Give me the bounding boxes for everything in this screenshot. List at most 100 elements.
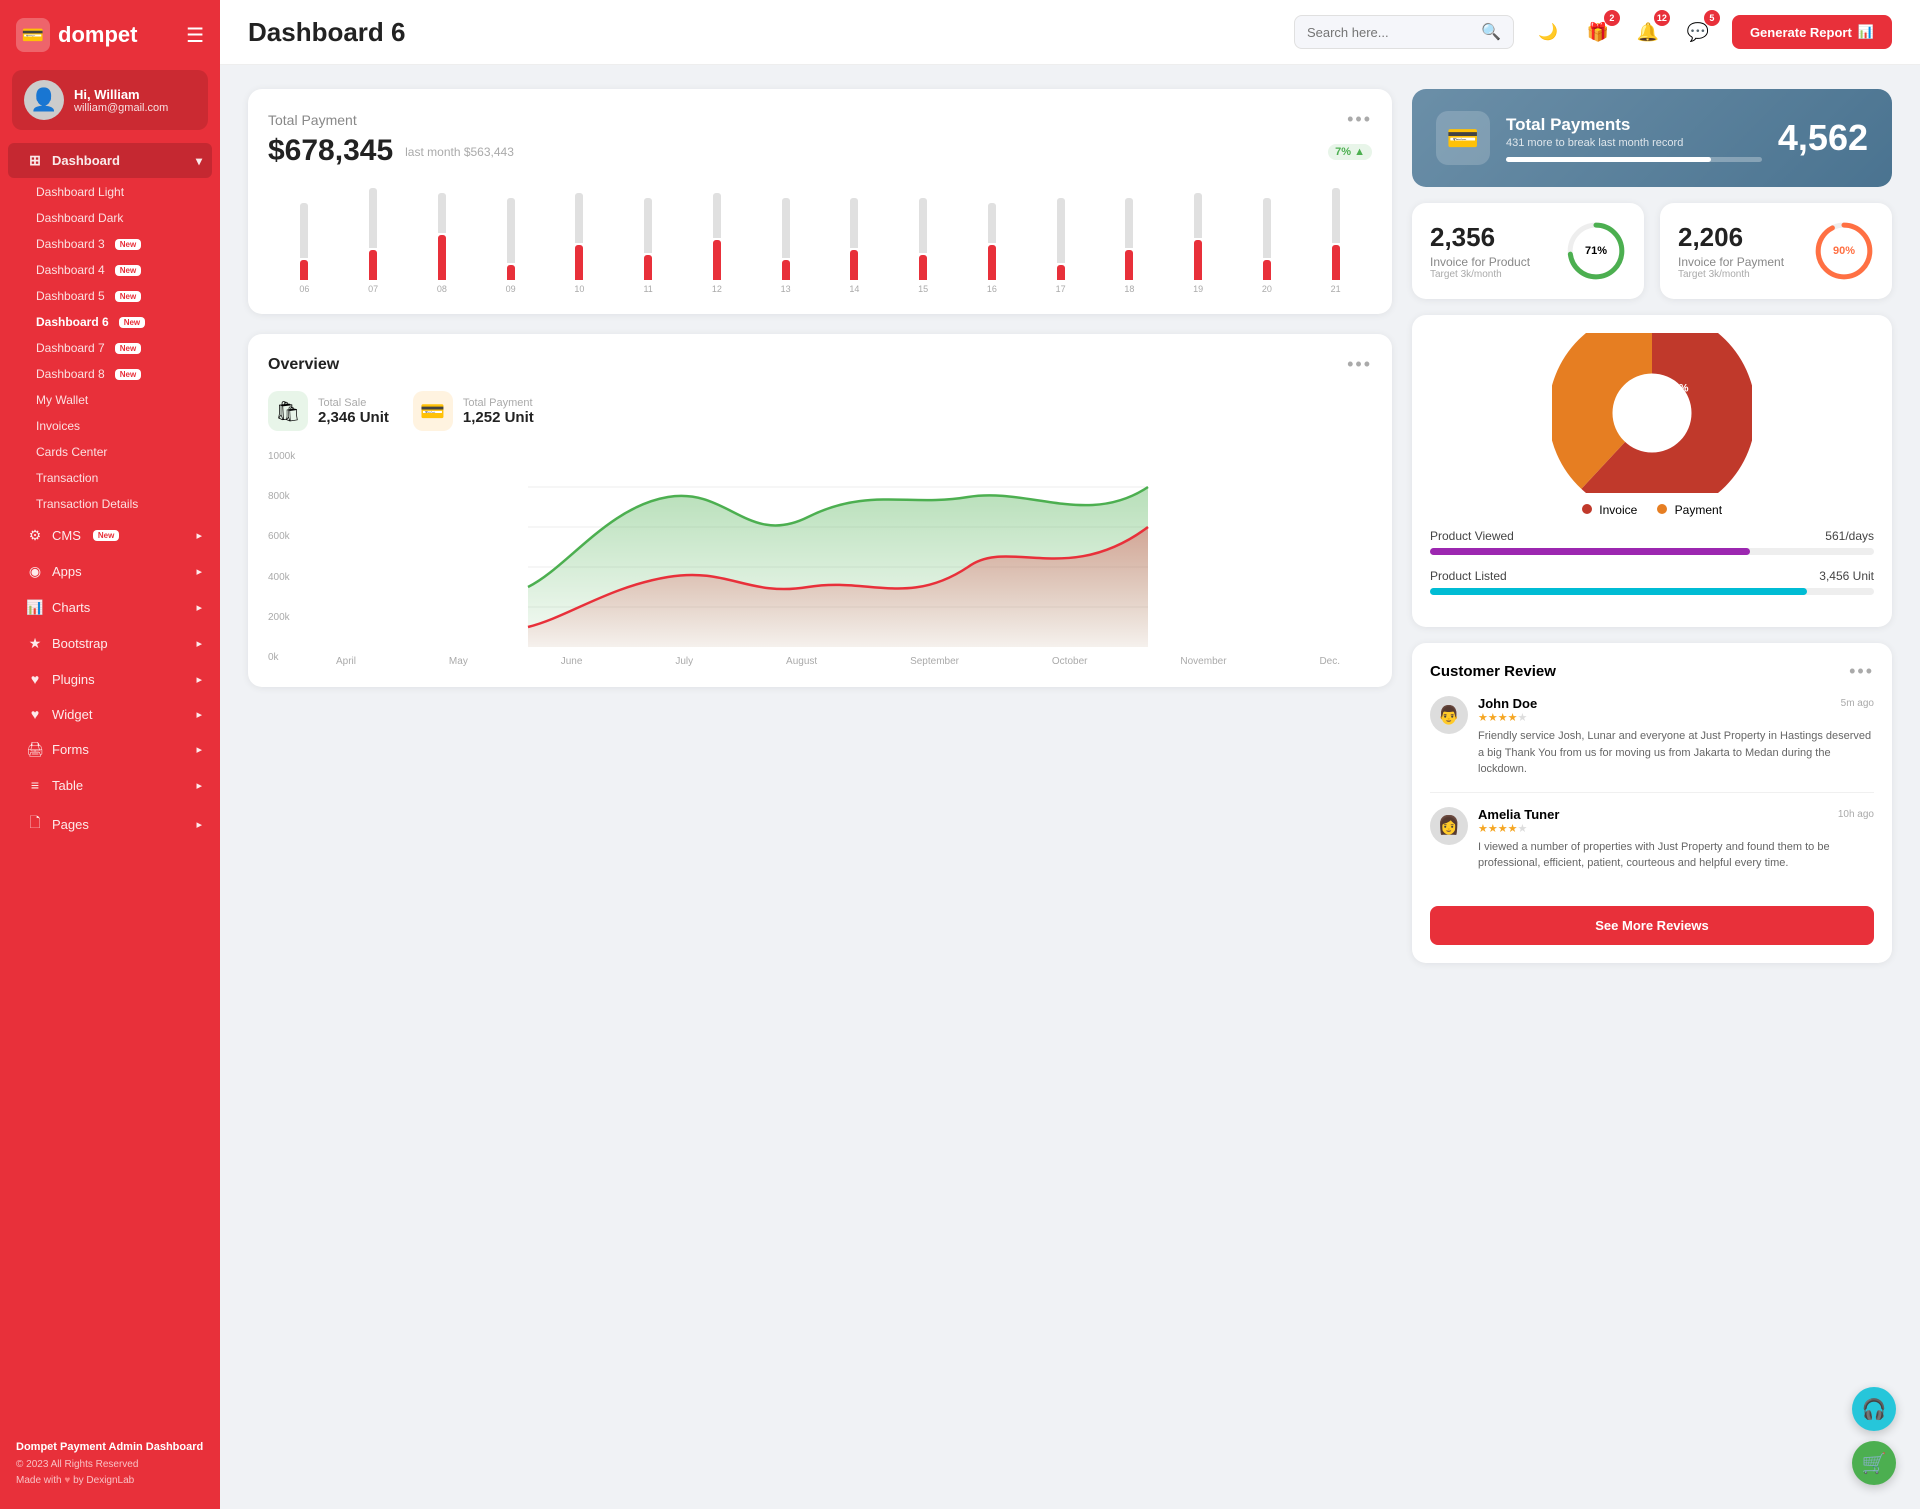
- bar-bottom: [850, 250, 858, 280]
- bar-x-label: 18: [1097, 284, 1162, 294]
- reviewer-time-2: 10h ago: [1838, 809, 1874, 820]
- product-listed-header: Product Listed 3,456 Unit: [1430, 569, 1874, 583]
- hamburger-icon[interactable]: ☰: [186, 23, 204, 48]
- bar-x-label: 06: [272, 284, 337, 294]
- bar-x-label: 19: [1166, 284, 1231, 294]
- trend-badge: 7% ▲: [1328, 144, 1372, 160]
- footer-made: Made with ♥ by DexignLab: [16, 1473, 204, 1489]
- badge-new: New: [115, 343, 141, 354]
- invoice-legend-label: Invoice: [1599, 503, 1637, 517]
- content-grid: Total Payment ••• $678,345 last month $5…: [220, 65, 1920, 1509]
- pages-label: Pages: [52, 817, 89, 832]
- total-sale-icon: 🛍: [268, 391, 308, 431]
- gift-btn[interactable]: 🎁 2: [1580, 14, 1616, 50]
- sidebar-sub-dashboard-7[interactable]: Dashboard 7 New: [0, 335, 220, 361]
- sidebar-item-dashboard[interactable]: ⊞ Dashboard ▾: [8, 143, 212, 178]
- sidebar-sub-dashboard-3[interactable]: Dashboard 3 New: [0, 231, 220, 257]
- bar-group: [547, 193, 612, 280]
- sidebar-sub-dashboard-4[interactable]: Dashboard 4 New: [0, 257, 220, 283]
- product-viewed-row: Product Viewed 561/days: [1430, 529, 1874, 555]
- area-chart-svg: [304, 447, 1372, 647]
- payment-legend: Payment: [1657, 503, 1722, 517]
- sidebar-item-charts[interactable]: 📊 Charts: [8, 590, 212, 625]
- chart-y-labels: 1000k 800k 600k 400k 200k 0k: [268, 447, 295, 667]
- overview-menu[interactable]: •••: [1347, 354, 1372, 375]
- pie-section: 62% 38% Invoice Payment: [1412, 315, 1892, 627]
- total-payment-card: Total Payment ••• $678,345 last month $5…: [248, 89, 1392, 314]
- dashboard-label: Dashboard: [52, 153, 120, 168]
- bar-x-label: 09: [478, 284, 543, 294]
- reviewer-name-row-2: Amelia Tuner 10h ago: [1478, 807, 1874, 822]
- invoice-product-percent: 71%: [1585, 245, 1607, 257]
- review-menu[interactable]: •••: [1849, 661, 1874, 682]
- generate-report-button[interactable]: Generate Report 📊: [1732, 15, 1892, 49]
- bell-btn[interactable]: 🔔 12: [1630, 14, 1666, 50]
- sidebar-item-plugins[interactable]: ♥ Plugins: [8, 662, 212, 696]
- overview-header: Overview •••: [268, 354, 1372, 375]
- invoice-payment-number: 2,206: [1678, 222, 1784, 253]
- heart-icon: ♥: [64, 1475, 70, 1486]
- bar-bottom: [713, 240, 721, 280]
- sidebar-item-pages[interactable]: 🗋 Pages: [8, 803, 212, 845]
- sidebar-sub-cards-center[interactable]: Cards Center: [0, 439, 220, 465]
- bar-bottom: [438, 235, 446, 280]
- product-listed-value: 3,456 Unit: [1819, 569, 1874, 583]
- cart-float-btn[interactable]: 🛒: [1852, 1441, 1896, 1485]
- bar-top: [919, 198, 927, 253]
- sidebar-sub-invoices[interactable]: Invoices: [0, 413, 220, 439]
- sidebar-sub-dashboard-light[interactable]: Dashboard Light: [0, 179, 220, 205]
- invoice-legend: Invoice: [1582, 503, 1637, 517]
- sidebar-sub-transaction-details[interactable]: Transaction Details: [0, 491, 220, 517]
- pie-legend: Invoice Payment: [1430, 503, 1874, 517]
- reviewer-avatar-2: 👩: [1430, 807, 1468, 845]
- search-input[interactable]: [1307, 25, 1473, 40]
- total-payment-label: Total Payment: [268, 112, 357, 128]
- total-payment-menu[interactable]: •••: [1347, 109, 1372, 130]
- bar-group: [478, 198, 543, 280]
- cms-icon: ⚙: [26, 527, 44, 544]
- search-box[interactable]: 🔍: [1294, 15, 1514, 49]
- badge-new: New: [119, 317, 145, 328]
- sidebar-logo: 💳 dompet: [16, 18, 137, 52]
- bar-bottom: [988, 245, 996, 280]
- see-more-reviews-button[interactable]: See More Reviews: [1430, 906, 1874, 945]
- stars-1: ★★★★★: [1478, 711, 1874, 724]
- moon-toggle[interactable]: 🌙: [1530, 14, 1566, 50]
- sidebar-item-widget[interactable]: ♥ Widget: [8, 697, 212, 731]
- reviewer-name-1: John Doe: [1478, 696, 1537, 711]
- sidebar-sub-my-wallet[interactable]: My Wallet: [0, 387, 220, 413]
- sidebar-sub-dashboard-8[interactable]: Dashboard 8 New: [0, 361, 220, 387]
- sidebar-sub-dashboard-6[interactable]: Dashboard 6 New: [0, 309, 220, 335]
- sidebar-sub-dashboard-dark[interactable]: Dashboard Dark: [0, 205, 220, 231]
- sidebar-sub-transaction[interactable]: Transaction: [0, 465, 220, 491]
- bar-group: [891, 198, 956, 280]
- sidebar-item-bootstrap[interactable]: ★ Bootstrap: [8, 626, 212, 661]
- headset-float-btn[interactable]: 🎧: [1852, 1387, 1896, 1431]
- charts-icon: 📊: [26, 599, 44, 616]
- chat-btn[interactable]: 💬 5: [1680, 14, 1716, 50]
- table-label: Table: [52, 778, 83, 793]
- bar-x-label: 08: [410, 284, 475, 294]
- bar-group: [1166, 193, 1231, 280]
- bar-group: [1303, 188, 1368, 280]
- invoice-payment-percent: 90%: [1833, 245, 1855, 257]
- total-payment-icon: 💳: [413, 391, 453, 431]
- bar-bottom: [1125, 250, 1133, 280]
- product-listed-track: [1430, 588, 1874, 595]
- sidebar-item-forms[interactable]: 🖨 Forms: [8, 732, 212, 767]
- sidebar-item-cms[interactable]: ⚙ CMS New: [8, 518, 212, 553]
- bar-top: [438, 193, 446, 233]
- product-viewed-value: 561/days: [1825, 529, 1874, 543]
- sidebar-item-table[interactable]: ≡ Table: [8, 768, 212, 802]
- plugins-label: Plugins: [52, 672, 95, 687]
- bar-group: [1028, 198, 1093, 280]
- sidebar-sub-dashboard-5[interactable]: Dashboard 5 New: [0, 283, 220, 309]
- footer-by: by DexignLab: [73, 1475, 134, 1486]
- product-listed-row: Product Listed 3,456 Unit: [1430, 569, 1874, 595]
- bar-chart-labels: 06070809101112131415161718192021: [268, 284, 1372, 294]
- invoice-row: 2,356 Invoice for Product Target 3k/mont…: [1412, 203, 1892, 299]
- sidebar-item-apps[interactable]: ◉ Apps: [8, 554, 212, 589]
- bar-bottom: [507, 265, 515, 280]
- total-payments-progress-track: [1506, 157, 1762, 162]
- bar-x-label: 15: [891, 284, 956, 294]
